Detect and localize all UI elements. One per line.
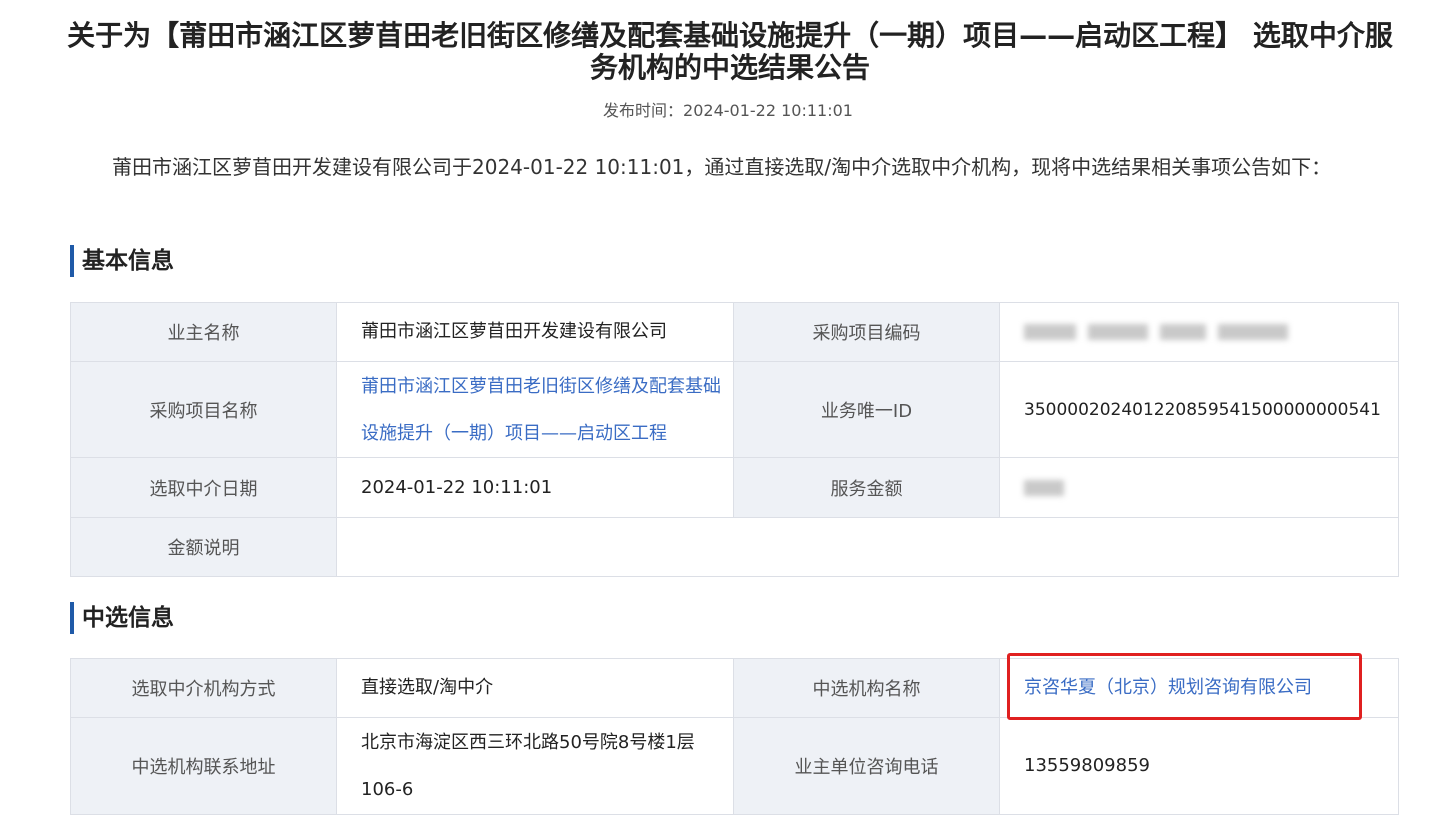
amount-note-value bbox=[336, 517, 1399, 577]
project-code-value bbox=[999, 302, 1399, 362]
amount-note-label: 金额说明 bbox=[70, 517, 337, 577]
selection-method-label: 选取中介机构方式 bbox=[70, 658, 337, 718]
business-id-value: 350000202401220859541500000000541 bbox=[999, 361, 1399, 458]
org-address-value: 北京市海淀区西三环北路50号院8号楼1层106-6 bbox=[336, 717, 734, 815]
redacted-block bbox=[1024, 324, 1076, 340]
project-name-label: 采购项目名称 bbox=[70, 361, 337, 458]
business-id-label: 业务唯一ID bbox=[733, 361, 1000, 458]
service-amount-value bbox=[999, 457, 1399, 518]
redacted-block bbox=[1160, 324, 1206, 340]
owner-value: 莆田市涵江区萝苜田开发建设有限公司 bbox=[336, 302, 734, 362]
table-row: 中选机构联系地址 北京市海淀区西三环北路50号院8号楼1层106-6 业主单位咨… bbox=[70, 717, 1399, 815]
table-row: 金额说明 bbox=[70, 517, 1399, 577]
selected-org-label: 中选机构名称 bbox=[733, 658, 1000, 718]
table-row: 选取中介日期 2024-01-22 10:11:01 服务金额 bbox=[70, 457, 1399, 518]
redacted-block bbox=[1088, 324, 1148, 340]
owner-phone-label: 业主单位咨询电话 bbox=[733, 717, 1000, 815]
selected-info-table: 选取中介机构方式 直接选取/淘中介 中选机构名称 京咨华夏（北京）规划咨询有限公… bbox=[70, 658, 1399, 815]
owner-phone-value: 13559809859 bbox=[999, 717, 1399, 815]
org-address-label: 中选机构联系地址 bbox=[70, 717, 337, 815]
owner-label: 业主名称 bbox=[70, 302, 337, 362]
selection-date-label: 选取中介日期 bbox=[70, 457, 337, 518]
redacted-block bbox=[1218, 324, 1288, 340]
publish-time: 发布时间：2024-01-22 10:11:01 bbox=[603, 101, 853, 120]
project-name-link[interactable]: 莆田市涵江区萝苜田老旧街区修缮及配套基础设施提升（一期）项目——启动区工程 bbox=[361, 376, 721, 444]
service-amount-label: 服务金额 bbox=[733, 457, 1000, 518]
section-heading-selected: 中选信息 bbox=[70, 602, 174, 634]
table-row: 选取中介机构方式 直接选取/淘中介 中选机构名称 京咨华夏（北京）规划咨询有限公… bbox=[70, 658, 1399, 718]
redacted-block bbox=[1024, 479, 1064, 496]
table-row: 业主名称 莆田市涵江区萝苜田开发建设有限公司 采购项目编码 bbox=[70, 302, 1399, 362]
project-code-label: 采购项目编码 bbox=[733, 302, 1000, 362]
selection-date-value: 2024-01-22 10:11:01 bbox=[336, 457, 734, 518]
intro-paragraph: 莆田市涵江区萝苜田开发建设有限公司于2024-01-22 10:11:01，通过… bbox=[112, 155, 1332, 179]
basic-info-table: 业主名称 莆田市涵江区萝苜田开发建设有限公司 采购项目编码 采购项目名称 莆田市… bbox=[70, 302, 1399, 577]
selected-org-link[interactable]: 京咨华夏（北京）规划咨询有限公司 bbox=[1024, 677, 1312, 698]
selection-method-value: 直接选取/淘中介 bbox=[336, 658, 734, 718]
section-heading-basic: 基本信息 bbox=[70, 245, 174, 277]
table-row: 采购项目名称 莆田市涵江区萝苜田老旧街区修缮及配套基础设施提升（一期）项目——启… bbox=[70, 361, 1399, 458]
page-title: 关于为【莆田市涵江区萝苜田老旧街区修缮及配套基础设施提升（一期）项目——启动区工… bbox=[67, 19, 1393, 84]
